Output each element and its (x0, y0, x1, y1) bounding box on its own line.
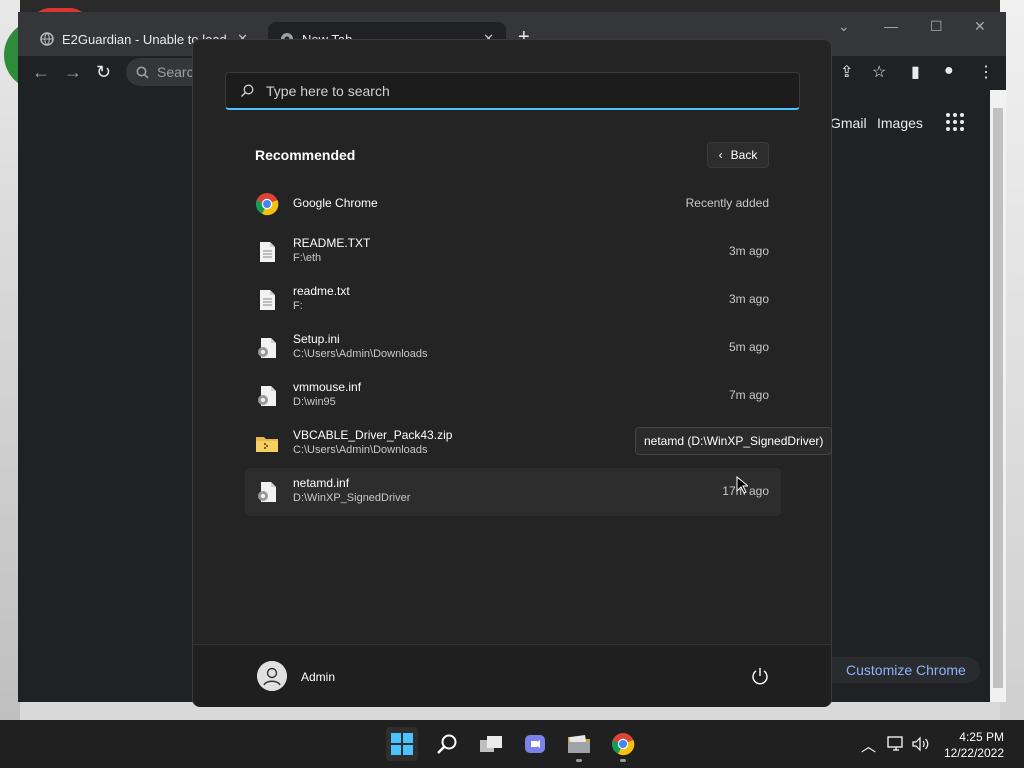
task-view-icon (480, 736, 502, 752)
recommended-item-readme-upper[interactable]: README.TXT F:\eth 3m ago (245, 228, 781, 276)
task-view-button[interactable] (475, 727, 507, 761)
google-apps-icon[interactable] (946, 113, 964, 131)
mouse-cursor-icon (736, 476, 748, 494)
text-file-icon (260, 290, 275, 310)
file-explorer-button[interactable] (563, 727, 595, 761)
tab-search-chevron-icon[interactable]: ⌄ (838, 18, 850, 35)
forward-arrow-icon[interactable]: → (64, 62, 82, 83)
chevron-left-icon: ‹ (718, 148, 723, 162)
reload-icon[interactable]: ↻ (96, 62, 111, 83)
clock-date[interactable]: 12/22/2022 (932, 746, 1004, 760)
item-time: 7m ago (728, 388, 769, 402)
recommended-item-readme-lower[interactable]: readme.txt F: 3m ago (245, 276, 781, 324)
chrome-icon (611, 733, 635, 756)
item-path: F: (293, 300, 303, 312)
desktop-left-edge (0, 0, 20, 720)
power-icon[interactable] (750, 666, 770, 686)
back-button[interactable]: ‹ Back (707, 142, 769, 168)
user-avatar-icon[interactable] (257, 661, 287, 691)
recommended-heading: Recommended (255, 147, 356, 163)
back-label: Back (730, 148, 758, 162)
item-name: README.TXT (293, 236, 371, 250)
settings-file-icon (258, 386, 276, 406)
recommended-item-setup-ini[interactable]: Setup.ini C:\Users\Admin\Downloads 5m ag… (245, 324, 781, 372)
minimize-icon[interactable]: — (884, 18, 898, 34)
search-icon (241, 84, 254, 97)
item-path: D:\win95 (293, 396, 336, 408)
chevron-up-icon[interactable]: ︿ (861, 735, 876, 756)
close-window-icon[interactable]: ✕ (974, 18, 986, 35)
settings-file-icon (258, 482, 276, 502)
search-icon (136, 66, 149, 79)
share-icon[interactable]: ⇪ (840, 62, 853, 82)
network-icon[interactable] (887, 736, 905, 752)
gmail-link[interactable]: Gmail (830, 115, 867, 131)
item-tooltip: netamd (D:\WinXP_SignedDriver) (635, 427, 833, 455)
start-search-box[interactable]: Type here to search (225, 72, 800, 110)
back-arrow-icon[interactable]: ← (32, 62, 50, 83)
clock-time[interactable]: 4:25 PM (940, 730, 1004, 744)
bookmark-star-icon[interactable]: ☆ (872, 62, 886, 82)
text-file-icon (260, 242, 275, 262)
globe-icon (40, 32, 54, 46)
user-name[interactable]: Admin (301, 670, 335, 684)
file-explorer-icon (568, 734, 590, 753)
running-indicator (620, 759, 626, 762)
item-name: Setup.ini (293, 332, 340, 346)
teams-chat-button[interactable] (519, 727, 551, 761)
item-name: netamd.inf (293, 476, 350, 490)
item-path: C:\Users\Admin\Downloads (293, 444, 428, 456)
item-name: Google Chrome (293, 196, 378, 210)
item-name: vmmouse.inf (293, 380, 362, 394)
search-icon (437, 734, 457, 754)
windows-start-icon (391, 733, 413, 755)
scrollbar-thumb[interactable] (993, 108, 1003, 688)
recommended-item-google-chrome[interactable]: Google Chrome Recently added (245, 180, 781, 228)
item-path: C:\Users\Admin\Downloads (293, 348, 428, 360)
item-time: Recently added (685, 196, 769, 210)
more-menu-icon[interactable]: ⋮ (978, 62, 994, 82)
windows-start-button[interactable] (386, 727, 418, 761)
item-time: 3m ago (728, 244, 769, 258)
settings-file-icon (258, 338, 276, 358)
maximize-icon[interactable]: ☐ (930, 18, 943, 35)
recommended-item-netamd-inf[interactable]: netamd.inf D:\WinXP_SignedDriver 17m ago (245, 468, 781, 516)
running-indicator (576, 759, 582, 762)
teams-chat-icon (525, 735, 545, 753)
start-menu-footer: Admin (193, 644, 831, 707)
side-panel-icon[interactable]: ▮ (911, 62, 920, 82)
item-time: 3m ago (728, 292, 769, 306)
profile-icon[interactable]: ● (944, 62, 954, 80)
chrome-app-icon (255, 193, 279, 216)
zip-folder-icon (256, 437, 278, 452)
customize-chrome-button[interactable]: Customize Chrome (822, 657, 980, 683)
chrome-taskbar-button[interactable] (607, 727, 639, 761)
images-link[interactable]: Images (877, 115, 923, 131)
volume-icon[interactable] (912, 736, 930, 752)
item-path: D:\WinXP_SignedDriver (293, 492, 411, 504)
omnibox-placeholder: Searc (157, 64, 194, 80)
search-placeholder: Type here to search (266, 82, 390, 99)
item-time: 5m ago (728, 340, 769, 354)
recommended-item-vmmouse-inf[interactable]: vmmouse.inf D:\win95 7m ago (245, 372, 781, 420)
start-menu: Type here to search Recommended ‹ Back G… (192, 39, 833, 707)
item-path: F:\eth (293, 252, 322, 264)
item-name: readme.txt (293, 284, 350, 298)
taskbar-search-button[interactable] (431, 727, 463, 761)
item-name: VBCABLE_Driver_Pack43.zip (293, 428, 453, 442)
